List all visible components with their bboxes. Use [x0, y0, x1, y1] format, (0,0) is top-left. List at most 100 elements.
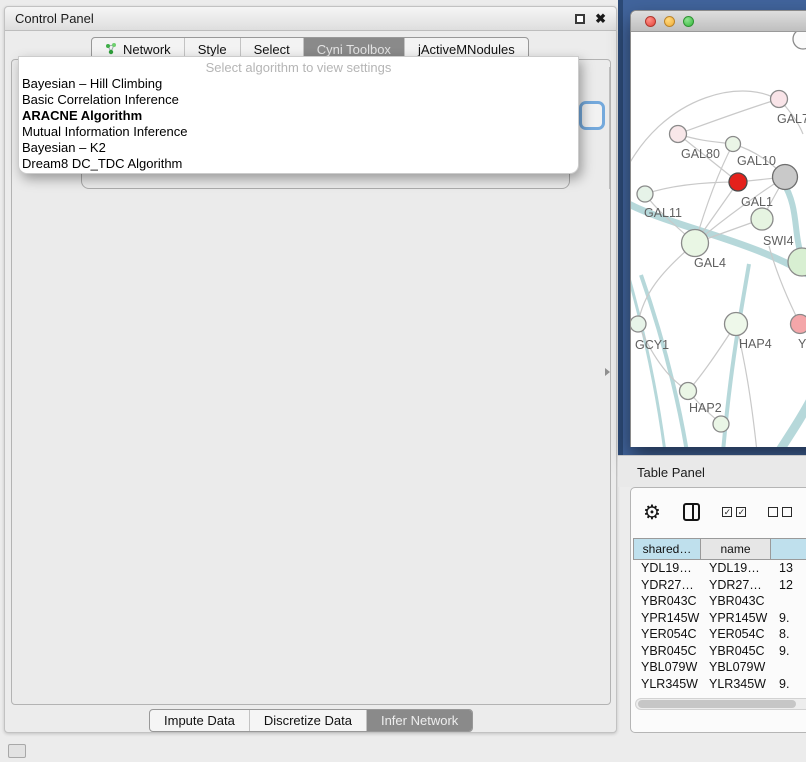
cell: YPR145W	[701, 610, 771, 627]
network-graph: GAL7GAL80GAL10GAL1GAL11SWI4GAL4GCY1HAP4Y…	[631, 32, 806, 447]
cell: YBR043C	[633, 593, 701, 610]
algorithm-option-aracne-algorithm[interactable]: ARACNE Algorithm	[19, 108, 578, 124]
cell: YBR043C	[701, 593, 771, 610]
cell: YLR345W	[701, 676, 771, 693]
table-row-yer054c[interactable]: YER054CYER054C8.	[633, 626, 806, 643]
cell: YIL052C	[633, 692, 701, 693]
bottom-tab-infer-network[interactable]: Infer Network	[367, 710, 472, 731]
control-panel-title: Control Panel	[15, 11, 94, 26]
algorithm-list: Bayesian – Hill ClimbingBasic Correlatio…	[19, 76, 578, 172]
checkboxes-checked-icon[interactable]: ✓✓	[722, 507, 746, 517]
cell: 8.	[771, 626, 806, 643]
node-label-swi4: SWI4	[763, 234, 794, 248]
network-edge	[638, 324, 688, 391]
desktop-edge	[618, 0, 623, 455]
cell: 12	[771, 577, 806, 594]
minimize-traffic-light-icon[interactable]	[664, 16, 675, 27]
algorithm-select-placeholder: Select algorithm to view settings	[19, 57, 578, 76]
table-row-ybl079w[interactable]: YBL079WYBL079W	[633, 659, 806, 676]
column-header-name[interactable]: name	[701, 538, 771, 560]
algorithm-option-mutual-information-inference[interactable]: Mutual Information Inference	[19, 124, 578, 140]
node-label-gcy1: GCY1	[635, 338, 669, 352]
float-window-icon[interactable]	[575, 14, 585, 24]
cell	[771, 659, 806, 676]
table-row-ylr345w[interactable]: YLR345WYLR345W9.	[633, 676, 806, 693]
cell: 9.	[771, 643, 806, 660]
node-label-hap2: HAP2	[689, 401, 722, 415]
cell: YDL19…	[701, 560, 771, 577]
cell	[771, 593, 806, 610]
cell: YLR345W	[633, 676, 701, 693]
network-glyph-icon	[105, 42, 118, 56]
network-node-gal1[interactable]	[751, 208, 773, 230]
network-node-unlabeled[interactable]	[773, 165, 798, 190]
network-node-hap4[interactable]	[725, 313, 748, 336]
network-canvas[interactable]: GAL7GAL80GAL10GAL1GAL11SWI4GAL4GCY1HAP4Y…	[631, 32, 806, 447]
node-label-y: Y	[798, 337, 806, 351]
close-icon[interactable]: ✖	[595, 14, 606, 24]
table-row-ybr045c[interactable]: YBR045CYBR045C9.	[633, 643, 806, 660]
network-node-gal80[interactable]	[670, 126, 687, 143]
table-horizontal-scrollbar[interactable]	[635, 698, 806, 710]
table-header-row: shared…name	[633, 538, 806, 560]
cell: 13	[771, 560, 806, 577]
tab-label: jActiveMNodules	[418, 42, 515, 57]
node-label-gal80: GAL80	[681, 147, 720, 161]
split-columns-icon[interactable]	[683, 503, 700, 521]
column-header-2[interactable]	[771, 538, 806, 560]
cell: YIL052C	[701, 692, 771, 693]
table-row-ydr27[interactable]: YDR27…YDR27…12	[633, 577, 806, 594]
table-panel: ⚙ ✓✓ shared…name YDL19…YDL19…13YDR27…YDR…	[630, 487, 806, 733]
cell: YDR27…	[633, 577, 701, 594]
network-node-y[interactable]	[791, 315, 806, 334]
table-row-yil052c[interactable]: YIL052CYIL052C9	[633, 692, 806, 693]
algorithm-option-bayesian-hill-climbing[interactable]: Bayesian – Hill Climbing	[19, 76, 578, 92]
cell: 9.	[771, 610, 806, 627]
network-node-swi4[interactable]	[788, 248, 806, 276]
algorithm-option-dream8-dc-tdc-algorithm[interactable]: Dream8 DC_TDC Algorithm	[19, 156, 578, 172]
control-panel-titlebar: Control Panel ✖	[5, 7, 616, 31]
table-panel-title: Table Panel	[637, 465, 705, 480]
node-table: shared…name YDL19…YDL19…13YDR27…YDR27…12…	[633, 538, 806, 693]
minimized-panel-icon[interactable]	[8, 744, 26, 758]
bottom-tab-impute-data[interactable]: Impute Data	[150, 710, 250, 731]
table-row-ypr145w[interactable]: YPR145WYPR145W9.	[633, 610, 806, 627]
network-node-gal4[interactable]	[682, 230, 709, 257]
settings-gear-icon[interactable]: ⚙	[643, 500, 661, 525]
table-row-ybr043c[interactable]: YBR043CYBR043C	[633, 593, 806, 610]
network-node-gal7[interactable]	[771, 91, 788, 108]
close-traffic-light-icon[interactable]	[645, 16, 656, 27]
cell: YPR145W	[633, 610, 701, 627]
table-body: YDL19…YDL19…13YDR27…YDR27…12YBR043CYBR04…	[633, 560, 806, 693]
table-row-ydl19[interactable]: YDL19…YDL19…13	[633, 560, 806, 577]
network-node-gal10[interactable]	[726, 137, 741, 152]
network-node-gcy1[interactable]	[631, 316, 646, 332]
network-node-hap2[interactable]	[680, 383, 697, 400]
node-label-gal11: GAL11	[644, 206, 682, 220]
cell: YBL079W	[701, 659, 771, 676]
tab-label: Network	[123, 42, 171, 57]
obscured-focused-combo-fragment	[579, 101, 605, 130]
panel-splitter-handle[interactable]	[605, 368, 610, 376]
cell: 9.	[771, 676, 806, 693]
tab-label: Style	[198, 42, 227, 57]
network-node-unlabeled[interactable]	[729, 173, 747, 191]
node-label-gal10: GAL10	[737, 154, 776, 168]
network-node-gal11[interactable]	[637, 186, 653, 202]
zoom-traffic-light-icon[interactable]	[683, 16, 694, 27]
app-root: { "colors": { "desktop_blue": "#41649c",…	[0, 0, 806, 762]
obscured-panel-border	[609, 67, 610, 189]
network-edge	[645, 182, 738, 194]
bottom-tab-discretize-data[interactable]: Discretize Data	[250, 710, 367, 731]
column-header-shared[interactable]: shared…	[633, 538, 701, 560]
network-node-unlabeled[interactable]	[793, 32, 806, 49]
algorithm-option-basic-correlation-inference[interactable]: Basic Correlation Inference	[19, 92, 578, 108]
cell: 9	[771, 692, 806, 693]
node-label-gal4: GAL4	[694, 256, 726, 270]
checkboxes-unchecked-icon[interactable]	[768, 507, 792, 517]
algorithm-option-bayesian-k2[interactable]: Bayesian – K2	[19, 140, 578, 156]
cell: YER054C	[633, 626, 701, 643]
network-node-unlabeled[interactable]	[713, 416, 729, 432]
node-label-gal1: GAL1	[741, 195, 773, 209]
network-edge	[638, 243, 695, 324]
